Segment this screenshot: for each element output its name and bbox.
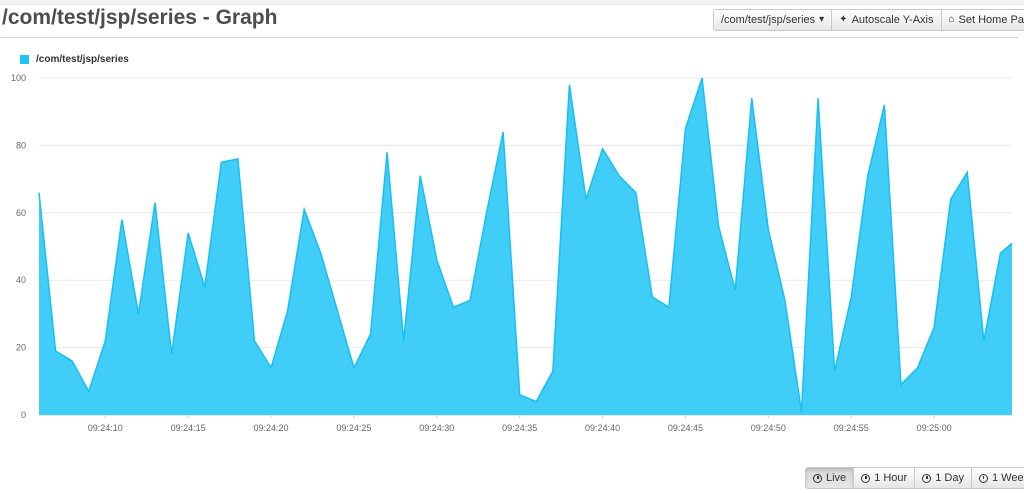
x-tick-label: 09:24:45 bbox=[668, 423, 703, 433]
x-tick-label: 09:25:00 bbox=[917, 423, 952, 433]
range-1-day-label: 1 Day bbox=[935, 472, 964, 484]
range-live-button[interactable]: Live bbox=[805, 467, 855, 489]
range-1-day-button[interactable]: 1 Day bbox=[914, 467, 972, 489]
y-tick-label: 20 bbox=[16, 343, 26, 353]
y-tick-label: 0 bbox=[21, 410, 26, 420]
x-tick-label: 09:24:55 bbox=[834, 423, 869, 433]
clock-icon bbox=[922, 473, 932, 483]
y-tick-label: 40 bbox=[16, 275, 26, 285]
x-tick-label: 09:24:50 bbox=[751, 423, 786, 433]
x-tick-label: 09:24:30 bbox=[419, 423, 454, 433]
y-tick-label: 100 bbox=[11, 73, 26, 83]
x-tick-label: 09:24:10 bbox=[88, 423, 123, 433]
clock-icon bbox=[813, 473, 822, 483]
area-chart: 0 20 40 60 80 100 09:24:10 09:24:15 09:24:20 09:2… bbox=[11, 73, 1013, 433]
clock-icon bbox=[978, 473, 988, 483]
x-tick-label: 09:24:40 bbox=[585, 423, 620, 433]
x-tick-label: 09:24:25 bbox=[336, 423, 371, 433]
range-1-hour-button[interactable]: 1 Hour bbox=[853, 467, 916, 489]
y-tick-label: 60 bbox=[16, 208, 26, 218]
range-live-label: Live bbox=[826, 472, 847, 484]
range-1-hour-label: 1 Hour bbox=[874, 472, 908, 484]
x-tick-label: 09:24:20 bbox=[254, 423, 289, 433]
clock-icon bbox=[861, 473, 871, 483]
x-tick-label: 09:24:15 bbox=[171, 423, 206, 433]
series-area-fill bbox=[39, 78, 1012, 415]
range-1-week-label: 1 Week bbox=[991, 472, 1024, 484]
area-layer bbox=[38, 77, 1013, 415]
y-tick-label: 80 bbox=[16, 140, 26, 150]
time-range-selector: Live 1 Hour 1 Day 1 Week bbox=[805, 467, 1024, 489]
x-tick-label: 09:24:35 bbox=[502, 423, 537, 433]
range-1-week-button[interactable]: 1 Week bbox=[970, 467, 1024, 489]
